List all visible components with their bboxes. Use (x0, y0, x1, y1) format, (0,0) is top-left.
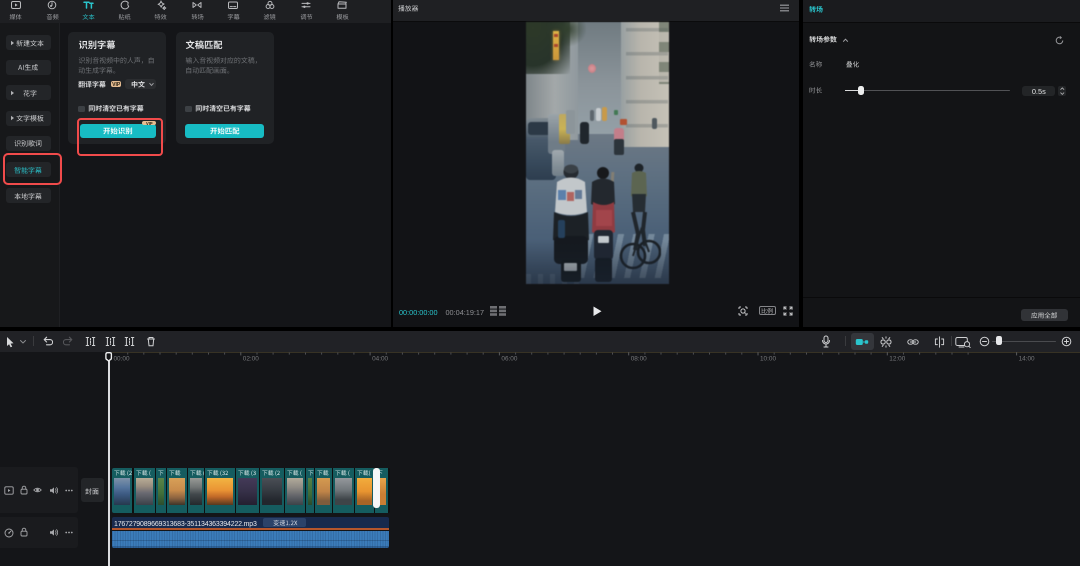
svg-text:00:00:00:00: 00:00:00:00 (399, 308, 438, 317)
svg-text:1767279089669313683-3511343633: 1767279089669313683-351134363394222.mp3 (114, 521, 257, 528)
svg-text:12:00: 12:00 (889, 356, 905, 363)
svg-text:14:00: 14:00 (1018, 356, 1034, 363)
svg-text:08:00: 08:00 (630, 356, 646, 363)
svg-text:04:00: 04:00 (372, 356, 388, 363)
svg-text:00:04:19:17: 00:04:19:17 (446, 308, 485, 317)
svg-text:VIP: VIP (112, 82, 121, 87)
svg-text:0.5s: 0.5s (1032, 86, 1046, 95)
svg-text:06:00: 06:00 (501, 356, 517, 363)
svg-text:00:00: 00:00 (113, 356, 129, 363)
svg-text:10:00: 10:00 (760, 356, 776, 363)
svg-text:02:00: 02:00 (242, 356, 258, 363)
